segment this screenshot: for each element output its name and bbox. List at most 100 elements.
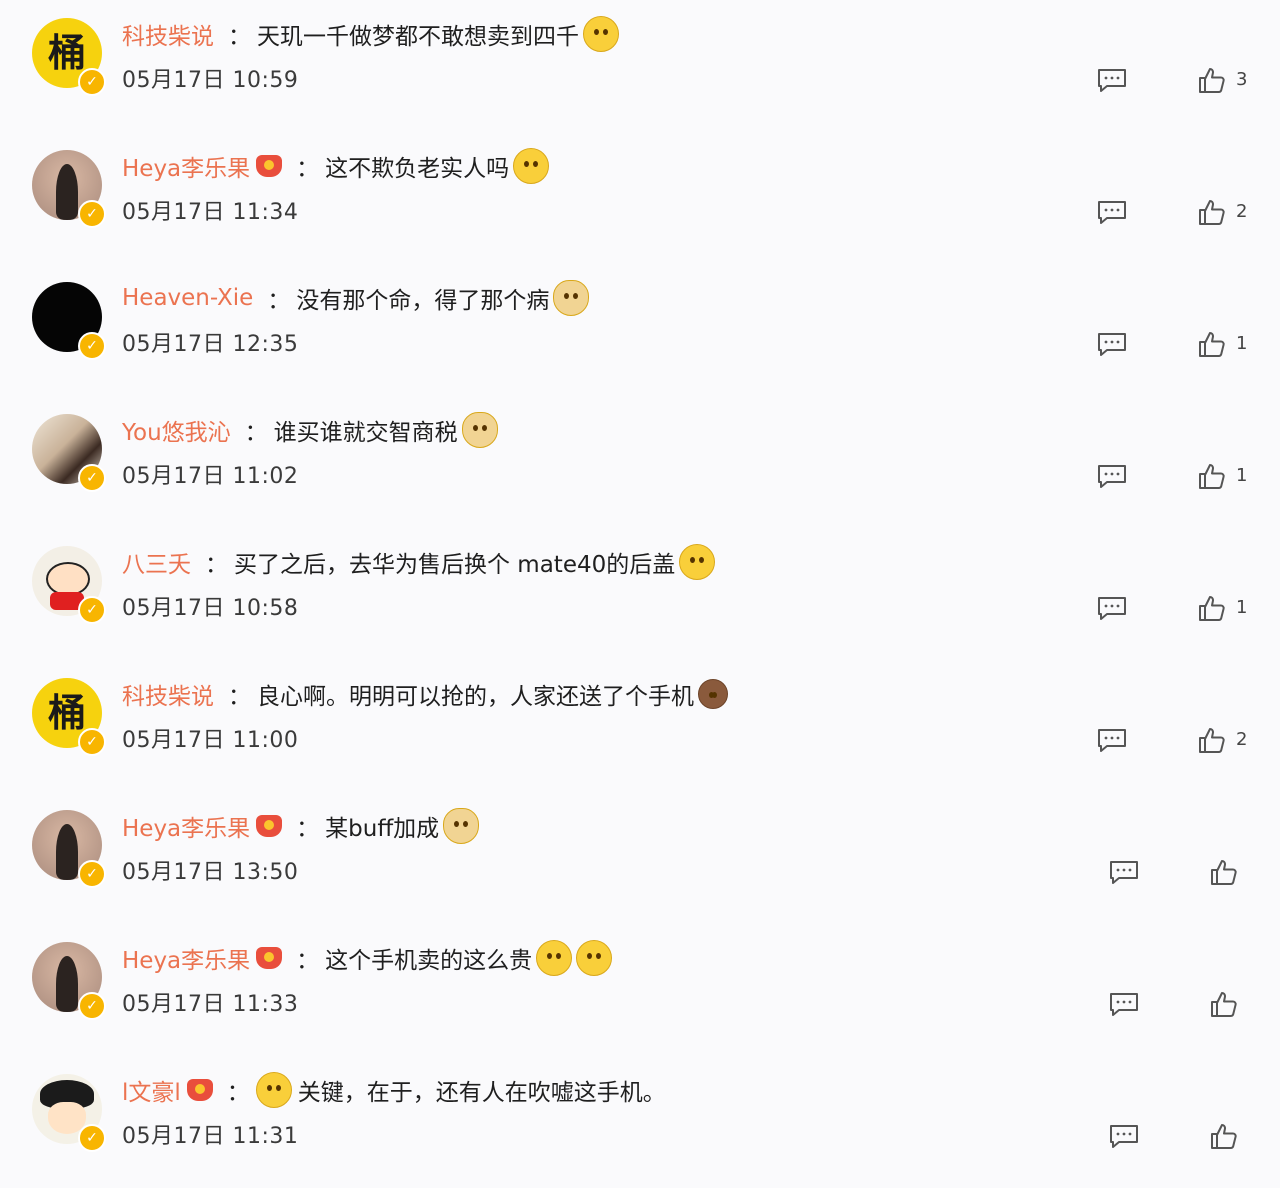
- verified-icon: ✓: [78, 1124, 106, 1152]
- reply-icon[interactable]: [1097, 464, 1127, 488]
- comment-line: Heya李乐果 ：某buff加成: [122, 808, 480, 844]
- like-icon[interactable]: [1198, 198, 1226, 226]
- like-count: 1: [1236, 333, 1248, 354]
- comment-text: 这个手机卖的这么贵: [325, 948, 533, 974]
- doge-emoji: [553, 280, 590, 316]
- verified-icon: ✓: [78, 68, 106, 96]
- separator: ：: [228, 24, 251, 50]
- like-icon[interactable]: [1210, 858, 1238, 886]
- comment-item: ✓ Heya李乐果 ：这个手机卖的这么贵 05月17日 11:33: [0, 924, 1280, 1056]
- comment-item: 桶 ✓ 科技柴说：天玑一千做梦都不敢想卖到四千 05月17日 10:59 3: [0, 0, 1280, 132]
- comment-timestamp: 05月17日 11:31: [122, 1124, 299, 1149]
- comment-list: 桶 ✓ 科技柴说：天玑一千做梦都不敢想卖到四千 05月17日 10:59 3 ✓ Heya李…: [0, 0, 1280, 1154]
- comment-line: You悠我沁 ：谁买谁就交智商税: [122, 412, 498, 448]
- comment-item: ✓ Heya李乐果 ：某buff加成 05月17日 13:50: [0, 792, 1280, 924]
- separator: ：: [296, 816, 320, 842]
- laugh-cry-emoji: [576, 940, 613, 976]
- separator: ：: [244, 420, 268, 446]
- separator: ：: [205, 552, 228, 578]
- like-icon[interactable]: [1198, 594, 1226, 622]
- comment-text: 谁买谁就交智商税: [273, 420, 458, 446]
- comment-item: ✓ Heaven-Xie ：没有那个命，得了那个病 05月17日 12:35 1: [0, 264, 1280, 396]
- reply-icon[interactable]: [1109, 1124, 1139, 1148]
- like-icon[interactable]: [1198, 330, 1226, 358]
- comment-timestamp: 05月17日 11:33: [122, 992, 299, 1017]
- monkey-emoji: [698, 679, 728, 709]
- comment-text: 某buff加成: [325, 816, 440, 842]
- comment-timestamp: 05月17日 11:00: [122, 728, 299, 753]
- comment-text: 天玑一千做梦都不敢想卖到四千: [257, 24, 579, 50]
- reply-icon[interactable]: [1109, 860, 1139, 884]
- comment-text: 这不欺负老实人吗: [325, 156, 510, 182]
- cry-laugh-emoji: [513, 148, 550, 184]
- comment-item: ✓ You悠我沁 ：谁买谁就交智商税 05月17日 11:02 1: [0, 396, 1280, 528]
- comment-timestamp: 05月17日 12:35: [122, 332, 299, 357]
- comment-line: 科技柴说 ：良心啊。明明可以抢的，人家还送了个手机: [122, 676, 728, 712]
- reply-icon[interactable]: [1097, 596, 1127, 620]
- verified-icon: ✓: [78, 860, 106, 888]
- comment-text: 良心啊。明明可以抢的，人家还送了个手机: [257, 684, 694, 710]
- username-link[interactable]: l文豪l: [122, 1073, 181, 1107]
- like-count: 2: [1236, 729, 1248, 750]
- username-link[interactable]: Heaven-Xie: [122, 285, 253, 311]
- username-link[interactable]: You悠我沁: [122, 413, 231, 447]
- verified-icon: ✓: [78, 200, 106, 228]
- comment-timestamp: 05月17日 11:34: [122, 200, 299, 225]
- username-link[interactable]: Heya李乐果: [122, 941, 250, 975]
- like-count: 2: [1236, 201, 1248, 222]
- username-link[interactable]: 科技柴说: [122, 17, 214, 51]
- separator: ：: [228, 684, 251, 710]
- doge-emoji: [461, 412, 498, 448]
- melon-emoji: [255, 1072, 292, 1108]
- comment-timestamp: 05月17日 10:58: [122, 596, 299, 621]
- separator: ：: [296, 948, 320, 974]
- like-count: 3: [1236, 69, 1248, 90]
- doge-emoji: [443, 808, 480, 844]
- reply-icon[interactable]: [1109, 992, 1139, 1016]
- like-icon[interactable]: [1210, 1122, 1238, 1150]
- username-link[interactable]: Heya李乐果: [122, 809, 250, 843]
- like-count: 1: [1236, 465, 1248, 486]
- comment-item: ✓ l文豪l ： 关键，在于，还有人在吹嘘这手机。 05月17日 11:31: [0, 1056, 1280, 1188]
- fan-medal-icon: [256, 155, 283, 177]
- verified-icon: ✓: [78, 332, 106, 360]
- comment-line: Heya李乐果 ：这不欺负老实人吗: [122, 148, 550, 184]
- comment-text: 关键，在于，还有人在吹嘘这手机。: [297, 1080, 666, 1106]
- comment-line: l文豪l ： 关键，在于，还有人在吹嘘这手机。: [122, 1072, 666, 1108]
- fan-medal-icon: [256, 815, 283, 837]
- separator: ：: [267, 288, 291, 314]
- comment-text: 没有那个命，得了那个病: [296, 288, 550, 314]
- username-link[interactable]: 八三夭: [122, 545, 191, 579]
- username-link[interactable]: Heya李乐果: [122, 149, 250, 183]
- reply-icon[interactable]: [1097, 68, 1127, 92]
- comment-timestamp: 05月17日 10:59: [122, 68, 299, 93]
- like-icon[interactable]: [1210, 990, 1238, 1018]
- comment-item: 桶 ✓ 科技柴说：良心啊。明明可以抢的，人家还送了个手机 05月17日 11:00 2: [0, 660, 1280, 792]
- reply-icon[interactable]: [1097, 728, 1127, 752]
- comment-timestamp: 05月17日 11:02: [122, 464, 299, 489]
- reply-icon[interactable]: [1097, 332, 1127, 356]
- laugh-cry-emoji: [536, 940, 573, 976]
- comment-timestamp: 05月17日 13:50: [122, 860, 299, 885]
- verified-icon: ✓: [78, 992, 106, 1020]
- like-icon[interactable]: [1198, 726, 1226, 754]
- fan-medal-icon: [256, 947, 283, 969]
- verified-icon: ✓: [78, 728, 106, 756]
- like-icon[interactable]: [1198, 66, 1226, 94]
- verified-icon: ✓: [78, 596, 106, 624]
- separator: ：: [296, 156, 320, 182]
- username-link[interactable]: 科技柴说: [122, 677, 214, 711]
- comment-item: ✓ 八三夭 ：买了之后，去华为售后换个 mate40的后盖 05月17日 10:58 1: [0, 528, 1280, 660]
- fan-medal-icon: [186, 1079, 213, 1101]
- comment-line: 科技柴说 ：天玑一千做梦都不敢想卖到四千: [122, 16, 619, 52]
- dizzy-emoji: [679, 544, 716, 580]
- like-icon[interactable]: [1198, 462, 1226, 490]
- grin-emoji: [583, 16, 619, 52]
- comment-text: 买了之后，去华为售后换个 mate40的后盖: [234, 552, 676, 578]
- comment-item: ✓ Heya李乐果 ：这不欺负老实人吗 05月17日 11:34 2: [0, 132, 1280, 264]
- separator: ：: [226, 1080, 250, 1106]
- verified-icon: ✓: [78, 464, 106, 492]
- comment-line: Heya李乐果 ：这个手机卖的这么贵: [122, 940, 613, 976]
- comment-line: 八三夭 ：买了之后，去华为售后换个 mate40的后盖: [122, 544, 716, 580]
- reply-icon[interactable]: [1097, 200, 1127, 224]
